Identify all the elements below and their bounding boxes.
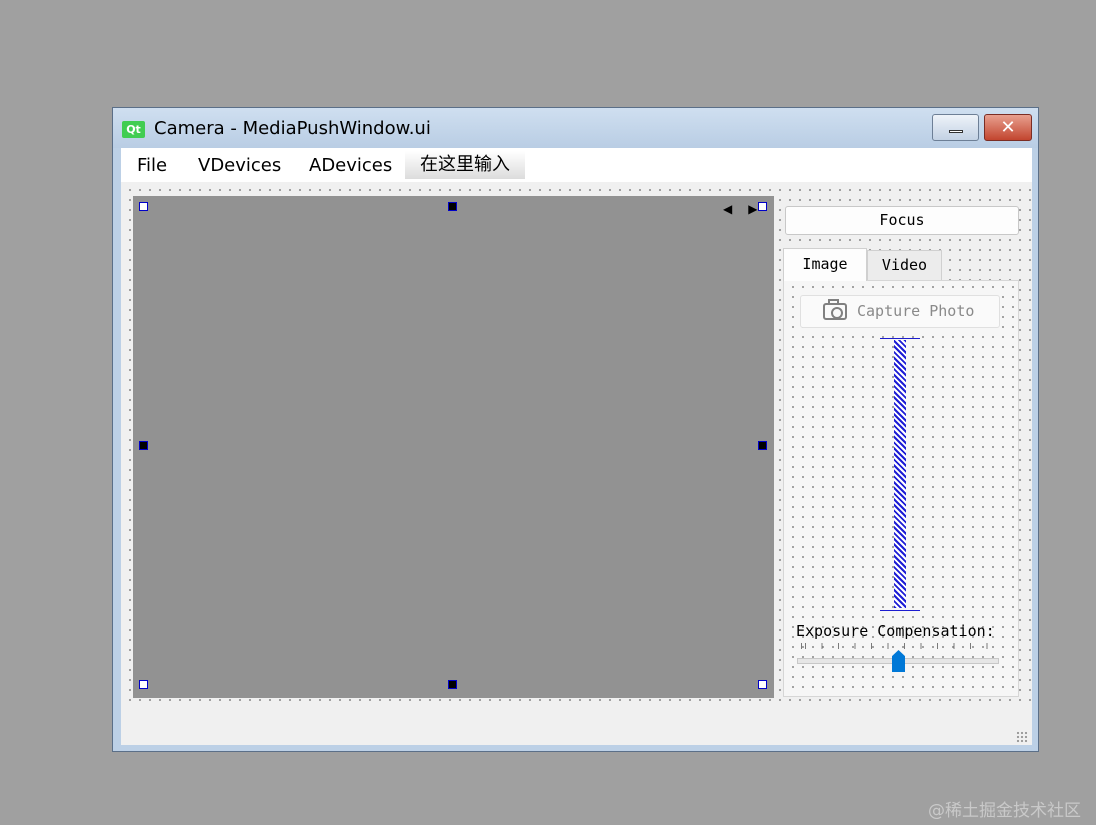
viewfinder-widget[interactable]: ◀▶ <box>133 196 774 698</box>
menu-adevices[interactable]: ADevices <box>309 155 392 176</box>
capture-photo-button[interactable]: Capture Photo <box>800 295 1000 328</box>
minimize-icon <box>949 130 963 133</box>
selection-handle-top-left[interactable] <box>139 202 148 211</box>
window-title: Camera - MediaPushWindow.ui <box>154 118 431 139</box>
exposure-slider-ticks <box>797 643 999 649</box>
exposure-compensation-label: Exposure Compensation: <box>796 622 995 640</box>
exposure-compensation-slider[interactable] <box>797 643 999 677</box>
navigation-arrows-icon[interactable]: ◀▶ <box>723 202 773 216</box>
close-button[interactable]: ✕ <box>984 114 1032 141</box>
tab-video[interactable]: Video <box>867 250 942 280</box>
zoom-slider-bottom-cap <box>880 610 920 611</box>
resize-grip-icon[interactable] <box>1016 731 1028 743</box>
zoom-slider[interactable] <box>880 338 920 612</box>
selection-handle-top-center[interactable] <box>448 202 457 211</box>
zoom-slider-top-cap <box>880 338 920 339</box>
exposure-slider-thumb[interactable] <box>892 650 905 672</box>
camera-icon <box>823 299 847 320</box>
watermark-text: @稀土掘金技术社区 <box>928 801 1081 821</box>
tab-image[interactable]: Image <box>783 248 867 281</box>
close-icon: ✕ <box>1000 117 1016 138</box>
title-bar[interactable]: Qt Camera - MediaPushWindow.ui ✕ <box>113 108 1038 148</box>
menu-type-here-placeholder[interactable]: 在这里输入 <box>405 151 525 179</box>
focus-button[interactable]: Focus <box>785 206 1019 235</box>
image-tab-panel: Capture Photo Exposure Compensation: <box>783 280 1019 697</box>
qt-logo-icon: Qt <box>122 121 145 138</box>
status-area <box>121 708 1032 745</box>
menu-bar: File VDevices ADevices 在这里输入 <box>121 148 1032 182</box>
menu-vdevices[interactable]: VDevices <box>198 155 281 176</box>
selection-handle-bottom-right[interactable] <box>758 680 767 689</box>
client-area: File VDevices ADevices 在这里输入 ◀▶ Focus Im… <box>121 148 1032 745</box>
selection-handle-middle-right[interactable] <box>758 441 767 450</box>
main-window: Qt Camera - MediaPushWindow.ui ✕ File VD… <box>112 107 1039 752</box>
selection-handle-bottom-left[interactable] <box>139 680 148 689</box>
zoom-slider-track[interactable] <box>894 340 906 608</box>
menu-file[interactable]: File <box>137 155 167 176</box>
minimize-button[interactable] <box>932 114 979 141</box>
capture-photo-label: Capture Photo <box>857 302 975 320</box>
selection-handle-bottom-center[interactable] <box>448 680 457 689</box>
selection-handle-middle-left[interactable] <box>139 441 148 450</box>
